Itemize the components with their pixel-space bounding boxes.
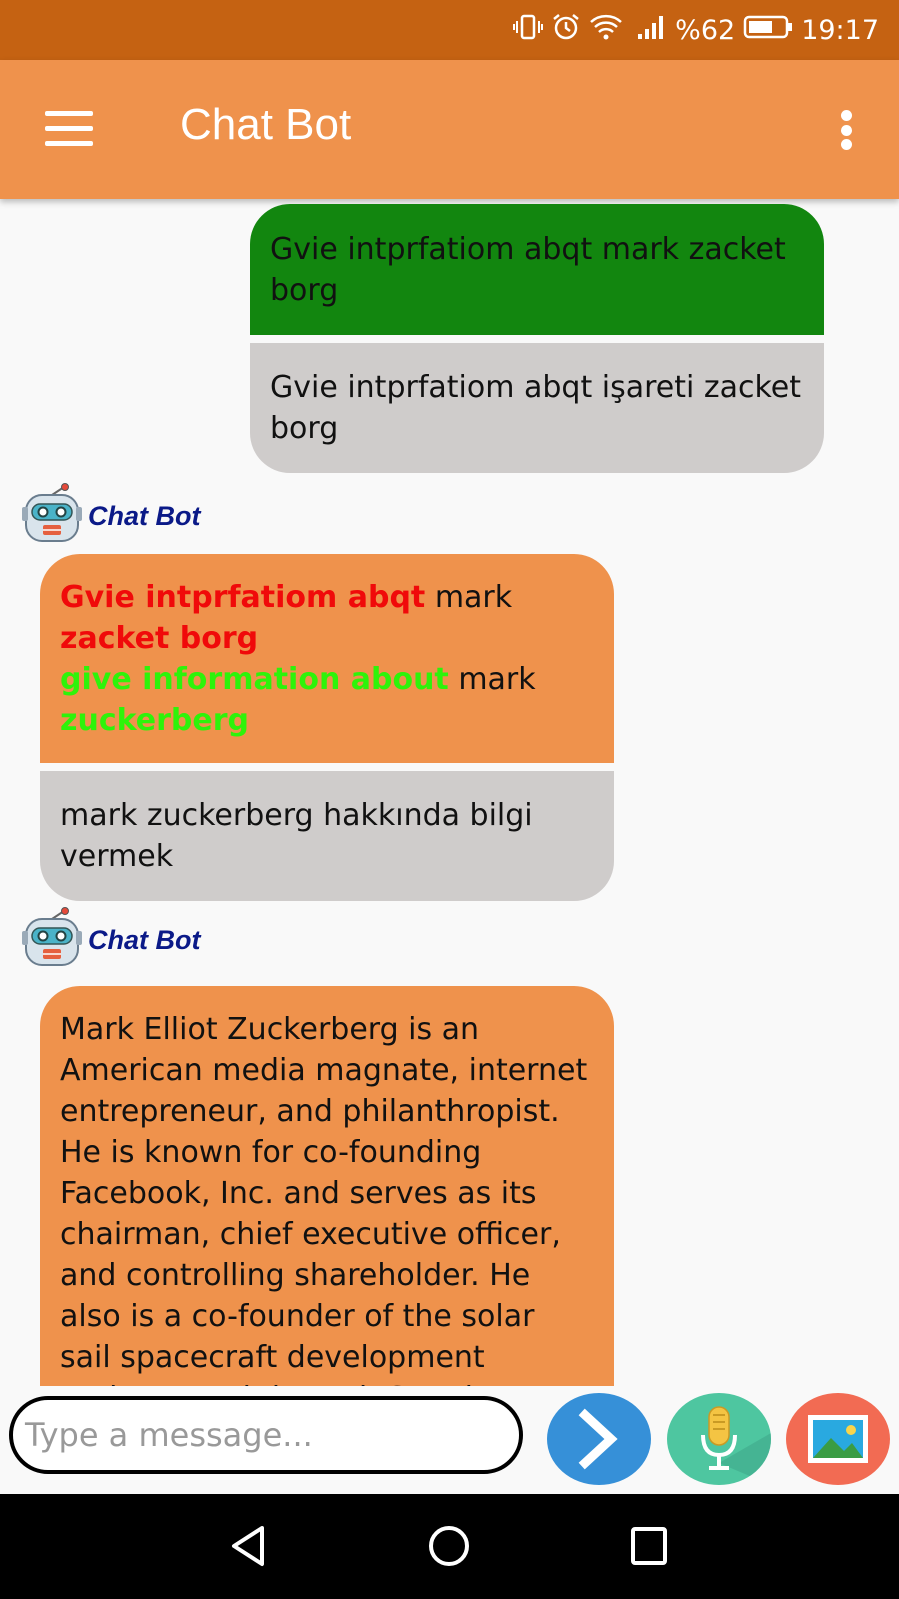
misspelled-text: zacket borg [60,621,259,656]
menu-icon[interactable] [45,111,93,147]
microphone-icon [701,1406,771,1485]
chat-list[interactable]: Gvie intprfatiom abqt mark zacket borg G… [0,199,899,1386]
alarm-icon [551,12,581,49]
unchanged-text: mark [434,580,513,615]
bot-message: Mark Elliot Zuckerberg is an American me… [40,986,614,1386]
corrected-text: zuckerberg [60,703,249,738]
clock: 19:17 [801,14,879,46]
status-bar: %62 19:17 [0,0,899,60]
image-icon [808,1415,868,1463]
overflow-menu-icon[interactable] [839,110,853,150]
message-input[interactable]: Type a message... [9,1396,523,1474]
user-message: Gvie intprfatiom abqt mark zacket borg G… [250,204,824,473]
robot-avatar-icon [22,483,82,542]
nav-home-icon[interactable] [427,1524,471,1568]
vibrate-icon [513,13,544,48]
image-button[interactable] [786,1393,890,1485]
bot-name: Chat Bot [88,925,201,955]
unchanged-text: mark [458,662,536,697]
wifi-icon [589,13,623,48]
nav-back-icon[interactable] [228,1524,268,1568]
misspelled-text: Gvie intprfatiom abqt [60,580,426,615]
page-title: Chat Bot [180,100,352,149]
user-message-translation: Gvie intprfatiom abqt işareti zacket bor… [250,343,824,473]
bot-name: Chat Bot [88,501,201,531]
bot-message: Gvie intprfatiom abqt mark zacket borg g… [40,554,614,901]
battery-icon [743,14,793,47]
send-button[interactable] [547,1393,651,1485]
app-bar: Chat Bot [0,60,899,199]
send-icon [578,1408,618,1470]
nav-recents-icon[interactable] [629,1524,669,1568]
bot-correction-bubble: Gvie intprfatiom abqt mark zacket borg g… [40,554,614,763]
corrected-text: give information about [60,662,449,697]
robot-avatar-icon [22,907,82,966]
input-bar: Type a message... [0,1386,899,1494]
battery-percent: %62 [675,14,736,46]
user-message-original: Gvie intprfatiom abqt mark zacket borg [250,204,824,335]
microphone-button[interactable] [667,1393,771,1485]
navigation-bar [0,1494,899,1599]
bot-translation-bubble: mark zuckerberg hakkında bilgi vermek [40,771,614,901]
signal-icon [637,14,667,47]
bot-answer-bubble: Mark Elliot Zuckerberg is an American me… [40,986,614,1386]
